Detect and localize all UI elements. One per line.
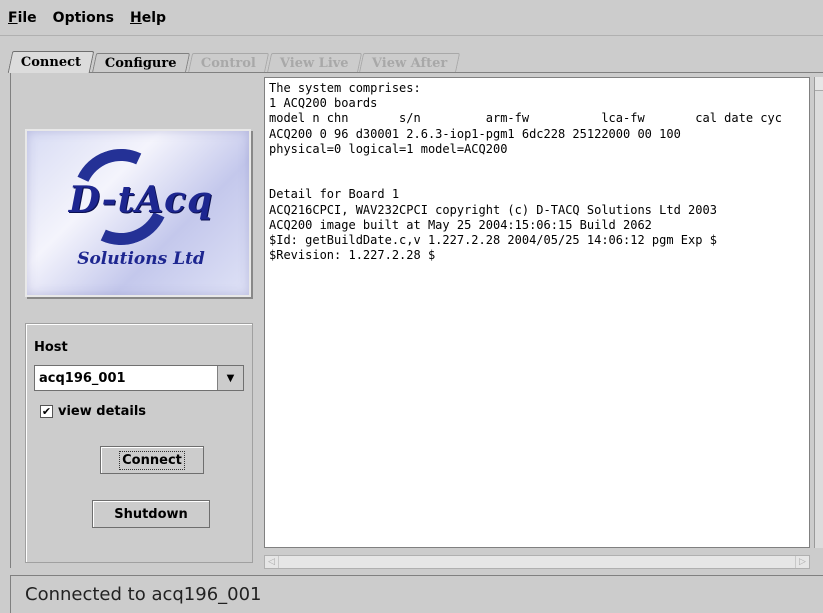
shutdown-button[interactable]: Shutdown: [92, 500, 210, 528]
scroll-up-icon[interactable]: [815, 77, 823, 91]
status-bar: Connected to acq196_001: [10, 575, 823, 613]
view-details-label: view details: [58, 404, 147, 419]
tab-connect[interactable]: Connect: [7, 51, 95, 73]
chevron-down-icon[interactable]: ▼: [217, 366, 243, 390]
tab-view-after: View After: [359, 53, 461, 73]
logo-wordmark: D-tAcq: [68, 179, 214, 221]
logo-subtitle: Solutions Ltd: [77, 249, 205, 269]
output-text: The system comprises: 1 ACQ200 boards mo…: [269, 81, 782, 263]
tab-bar: Connect Configure Control View Live View…: [7, 51, 461, 73]
tab-configure[interactable]: Configure: [91, 53, 190, 73]
tab-control: Control: [187, 53, 269, 73]
menu-options[interactable]: Options: [51, 8, 116, 28]
host-label: Host: [34, 340, 68, 355]
menu-help[interactable]: Help: [128, 8, 168, 28]
host-selected-value: acq196_001: [39, 370, 126, 386]
tab-view-live: View Live: [266, 53, 362, 73]
scroll-left-icon[interactable]: ◁: [265, 556, 279, 568]
status-text: Connected to acq196_001: [25, 584, 262, 605]
host-combobox[interactable]: acq196_001 ▼: [34, 365, 244, 391]
output-text-area[interactable]: The system comprises: 1 ACQ200 boards mo…: [264, 77, 810, 548]
company-logo: D-tAcq Solutions Ltd: [25, 129, 251, 297]
scroll-right-icon[interactable]: ▷: [795, 556, 809, 568]
vertical-scrollbar[interactable]: [814, 77, 823, 548]
host-panel: Host acq196_001 ▼ ✔ view details Connect…: [25, 323, 253, 563]
menu-file[interactable]: File: [6, 8, 39, 28]
view-details-checkbox[interactable]: ✔: [40, 405, 53, 418]
left-panel: D-tAcq Solutions Ltd Host acq196_001 ▼ ✔…: [10, 73, 260, 568]
menu-bar: File Options Help: [0, 0, 823, 36]
view-details-row[interactable]: ✔ view details: [40, 404, 146, 419]
connect-button[interactable]: Connect: [100, 446, 204, 474]
horizontal-scrollbar[interactable]: ◁ ▷: [264, 555, 810, 569]
